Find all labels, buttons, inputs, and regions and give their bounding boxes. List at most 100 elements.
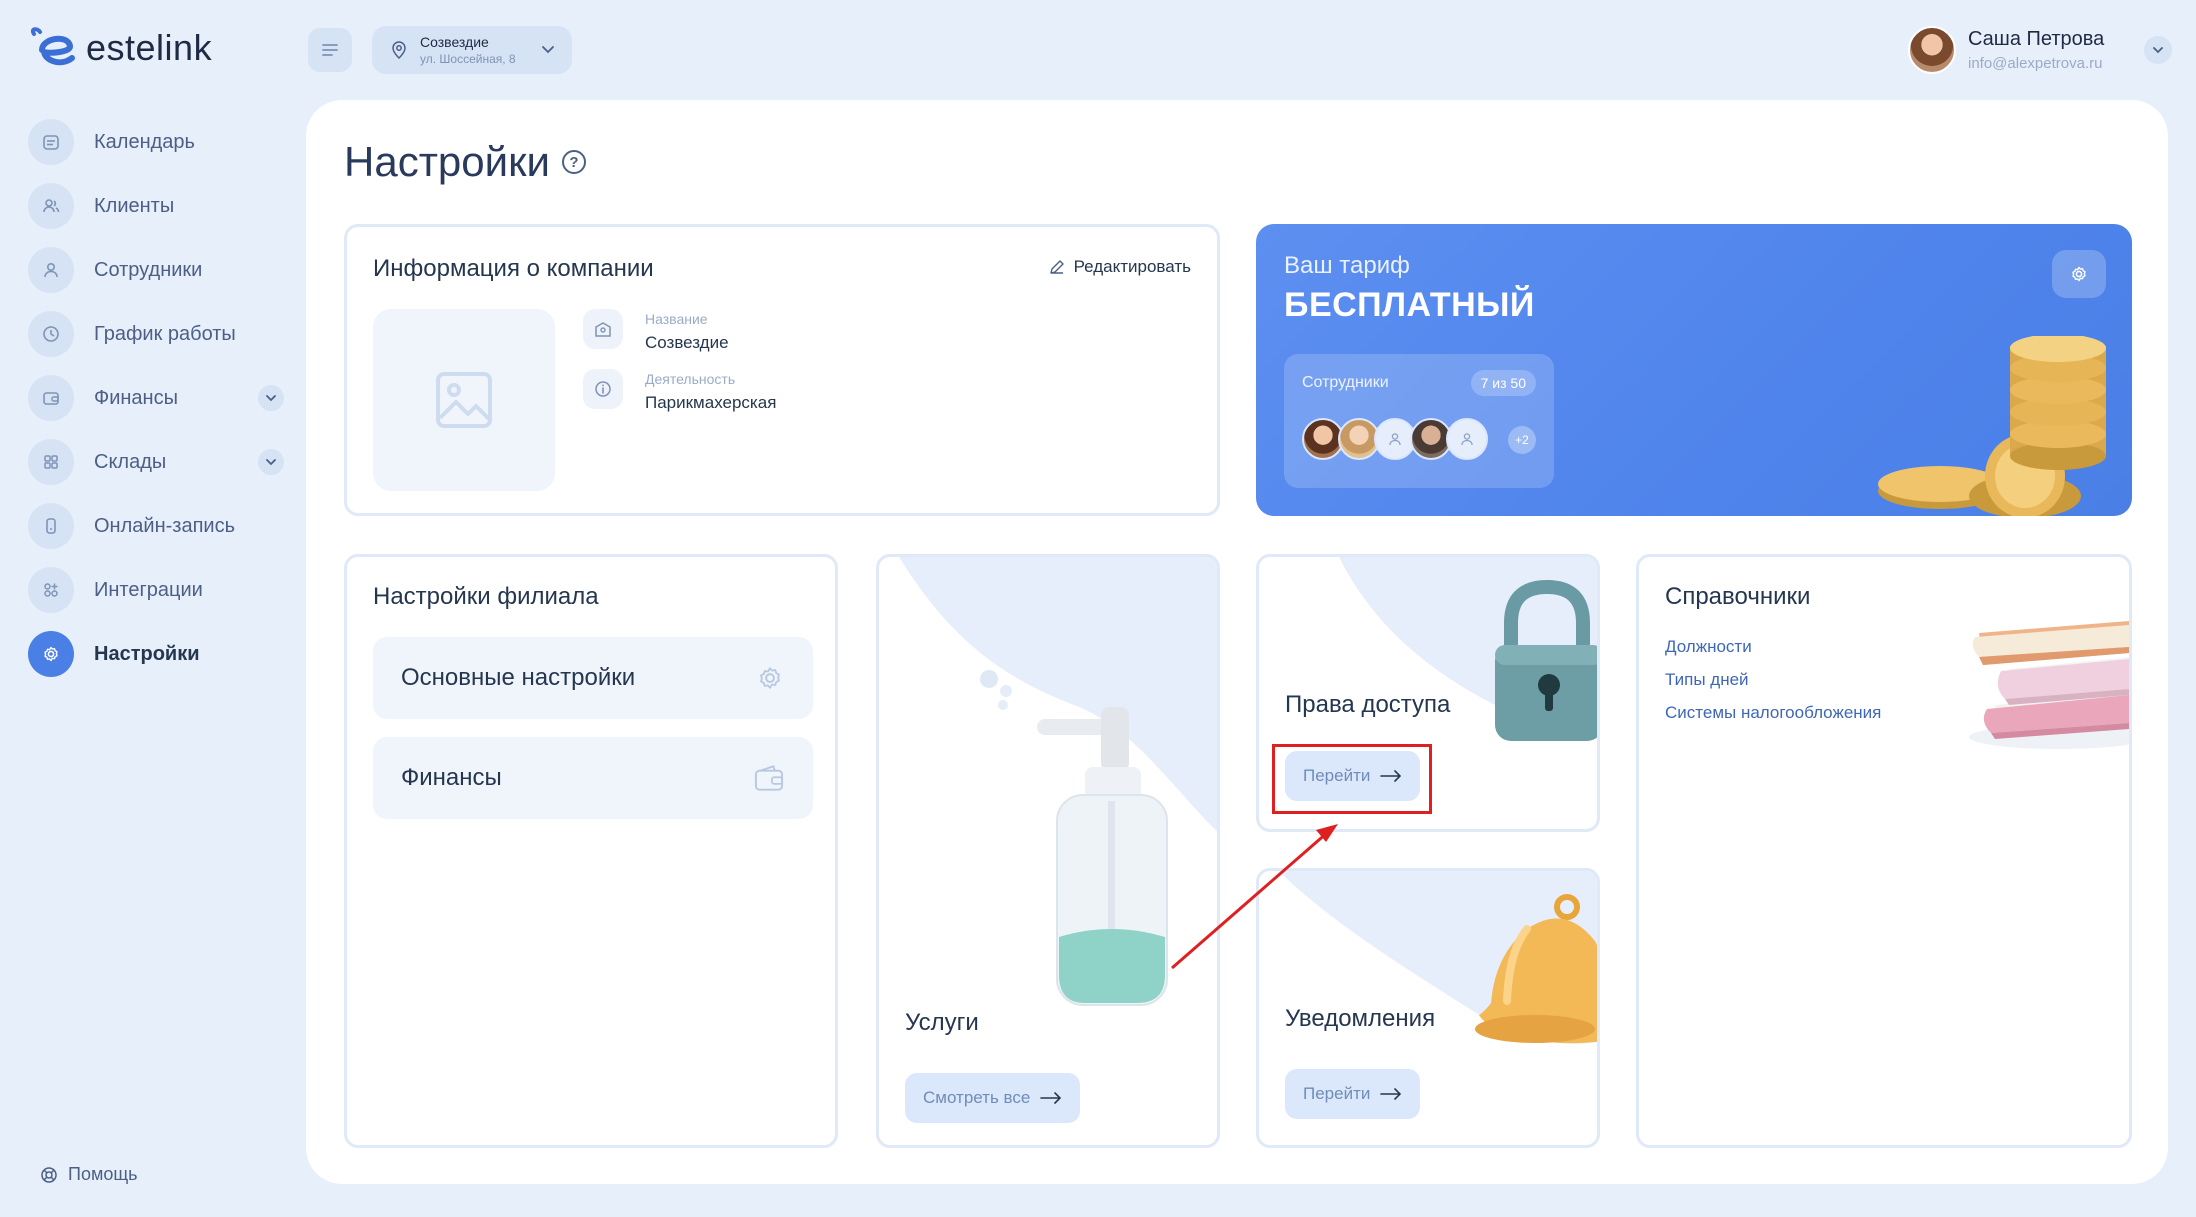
sidebar-item-label: Финансы xyxy=(94,386,178,409)
edit-label: Редактировать xyxy=(1073,257,1191,276)
info-icon xyxy=(583,369,623,409)
references-card: Справочники Должности Типы дней Системы … xyxy=(1636,554,2132,1148)
reference-link-tax-systems[interactable]: Системы налогообложения xyxy=(1665,703,1881,723)
pencil-icon xyxy=(1049,260,1064,274)
chevron-down-icon xyxy=(542,46,554,54)
sidebar-item-label: Сотрудники xyxy=(94,258,203,281)
card-title: Информация о компании xyxy=(373,255,654,282)
staff-count-badge: 7 из 50 xyxy=(1470,370,1536,396)
page-title: Настройки ? xyxy=(344,138,586,186)
company-name-row: Название Созвездие xyxy=(583,309,729,353)
field-label: Название xyxy=(645,311,708,327)
clock-icon xyxy=(28,311,74,357)
sidebar-item-online-booking[interactable]: Онлайн-запись xyxy=(28,503,284,549)
help-link[interactable]: Помощь xyxy=(40,1164,138,1185)
card-title: Услуги xyxy=(905,1009,979,1036)
branch-settings-card: Настройки филиала Основные настройки Фин… xyxy=(344,554,838,1148)
company-name-value: Созвездие xyxy=(645,333,729,352)
notifications-go-button[interactable]: Перейти xyxy=(1285,1069,1421,1119)
card-title: Уведомления xyxy=(1285,1005,1436,1032)
sidebar-item-calendar[interactable]: Календарь xyxy=(28,119,284,165)
sidebar-item-schedule[interactable]: График работы xyxy=(28,311,284,357)
sidebar-item-integrations[interactable]: Интеграции xyxy=(28,567,284,613)
staff-label: Сотрудники xyxy=(1302,374,1389,391)
sidebar-item-label: Онлайн-запись xyxy=(94,514,235,537)
company-activity-value: Парикмахерская xyxy=(645,393,777,412)
wallet-icon xyxy=(754,765,784,791)
brand-name: estelink xyxy=(86,27,213,68)
location-pin-icon xyxy=(392,41,406,60)
user-icon xyxy=(28,247,74,293)
basic-settings-item[interactable]: Основные настройки xyxy=(373,637,813,719)
sidebar-item-clients[interactable]: Клиенты xyxy=(28,183,284,229)
staff-usage-box[interactable]: Сотрудники 7 из 50 +2 xyxy=(1284,354,1554,488)
more-staff-count: +2 xyxy=(1508,426,1536,454)
grid-plus-icon xyxy=(28,567,74,613)
calendar-icon xyxy=(28,119,74,165)
avatar-placeholder-icon xyxy=(1446,418,1488,460)
company-logo-upload[interactable] xyxy=(373,309,555,491)
question-icon[interactable]: ? xyxy=(561,150,586,174)
chevron-down-icon[interactable] xyxy=(258,385,284,411)
button-label: Перейти xyxy=(1303,1084,1371,1103)
branch-selector[interactable]: Созвездие ул. Шоссейная, 8 xyxy=(372,26,572,74)
chevron-down-icon xyxy=(2153,47,2163,54)
avatar xyxy=(1908,26,1956,74)
help-label: Помощь xyxy=(68,1164,138,1184)
sidebar-item-warehouses[interactable]: Склады xyxy=(28,439,284,485)
tariff-caption: Ваш тариф xyxy=(1284,252,1410,279)
edit-company-button[interactable]: Редактировать xyxy=(1048,257,1191,277)
clients-icon xyxy=(28,183,74,229)
sidebar-item-label: Календарь xyxy=(94,130,195,153)
chevron-down-icon[interactable] xyxy=(258,449,284,475)
finance-settings-item[interactable]: Финансы xyxy=(373,737,813,819)
gear-icon xyxy=(760,667,780,689)
phone-icon xyxy=(28,503,74,549)
company-info-card: Информация о компании Редактировать Назв… xyxy=(344,224,1220,516)
arrow-right-icon xyxy=(1040,1092,1062,1104)
reference-link-positions[interactable]: Должности xyxy=(1665,637,1752,657)
gear-icon xyxy=(2072,266,2086,282)
card-title: Справочники xyxy=(1665,583,1811,610)
tariff-card: Ваш тариф БЕСПЛАТНЫЙ Сотрудники 7 из 50 … xyxy=(1256,224,2132,516)
branch-address: ул. Шоссейная, 8 xyxy=(420,52,516,66)
sidebar-item-finance[interactable]: Финансы xyxy=(28,375,284,421)
page-title-text: Настройки xyxy=(344,138,550,185)
sidebar-item-label: Склады xyxy=(94,450,167,473)
annotation-highlight-box xyxy=(1272,744,1432,814)
brand-logo[interactable]: estelink xyxy=(28,26,212,70)
lifebuoy-icon xyxy=(41,1166,57,1183)
branch-name: Созвездие xyxy=(420,34,489,50)
sidebar-item-staff[interactable]: Сотрудники xyxy=(28,247,284,293)
user-profile[interactable]: Саша Петрова info@alexpetrova.ru xyxy=(1908,26,2104,74)
services-view-all-button[interactable]: Смотреть все xyxy=(905,1073,1081,1123)
user-name: Саша Петрова xyxy=(1968,28,2105,50)
company-activity-row: Деятельность Парикмахерская xyxy=(583,369,776,413)
menu-lines-icon xyxy=(322,44,338,56)
arrow-right-icon xyxy=(1380,1088,1402,1100)
menu-toggle-button[interactable] xyxy=(308,28,352,72)
sidebar-item-settings[interactable]: Настройки xyxy=(28,631,284,677)
sidebar-item-label: Интеграции xyxy=(94,578,203,601)
setting-label: Финансы xyxy=(401,764,502,791)
books-illustration-icon xyxy=(1969,621,2129,749)
card-title: Настройки филиала xyxy=(373,583,599,610)
tariff-settings-button[interactable] xyxy=(2052,250,2106,298)
field-label: Деятельность xyxy=(645,371,736,387)
coins-illustration-icon xyxy=(1878,336,2106,516)
sidebar-item-label: График работы xyxy=(94,322,236,345)
boxes-icon xyxy=(28,439,74,485)
user-menu-toggle[interactable] xyxy=(2144,36,2172,64)
card-title: Права доступа xyxy=(1285,691,1451,718)
wallet-icon xyxy=(28,375,74,421)
reference-link-day-types[interactable]: Типы дней xyxy=(1665,670,1749,690)
image-placeholder-icon xyxy=(436,372,492,428)
setting-label: Основные настройки xyxy=(401,664,636,691)
building-icon xyxy=(583,309,623,349)
sidebar-item-label: Настройки xyxy=(94,642,200,665)
gear-icon xyxy=(28,631,74,677)
logo-mark-icon xyxy=(28,26,78,70)
button-label: Смотреть все xyxy=(923,1088,1031,1107)
tariff-name: БЕСПЛАТНЫЙ xyxy=(1284,286,1535,324)
sidebar-item-label: Клиенты xyxy=(94,194,175,217)
